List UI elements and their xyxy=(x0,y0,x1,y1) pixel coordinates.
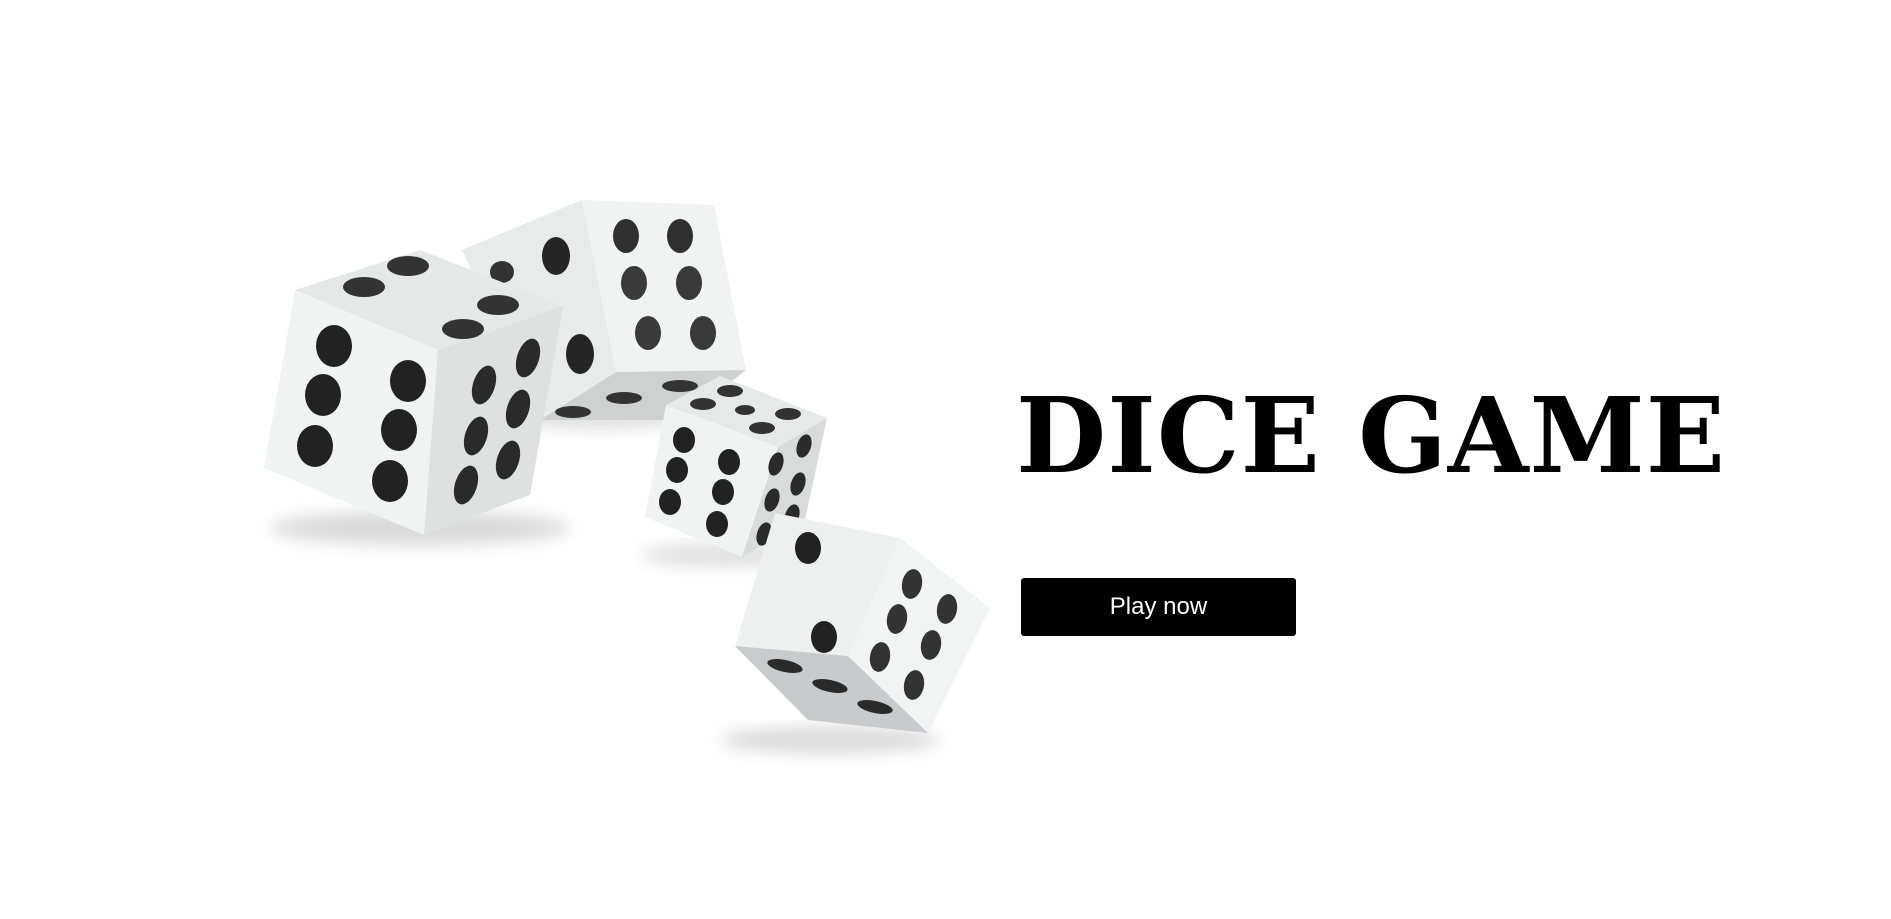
landing-page: DICE GAME Play now xyxy=(0,0,1891,919)
die-1-icon xyxy=(264,250,570,546)
play-now-button[interactable]: Play now xyxy=(1021,578,1296,636)
page-title: DICE GAME xyxy=(1016,374,1726,497)
